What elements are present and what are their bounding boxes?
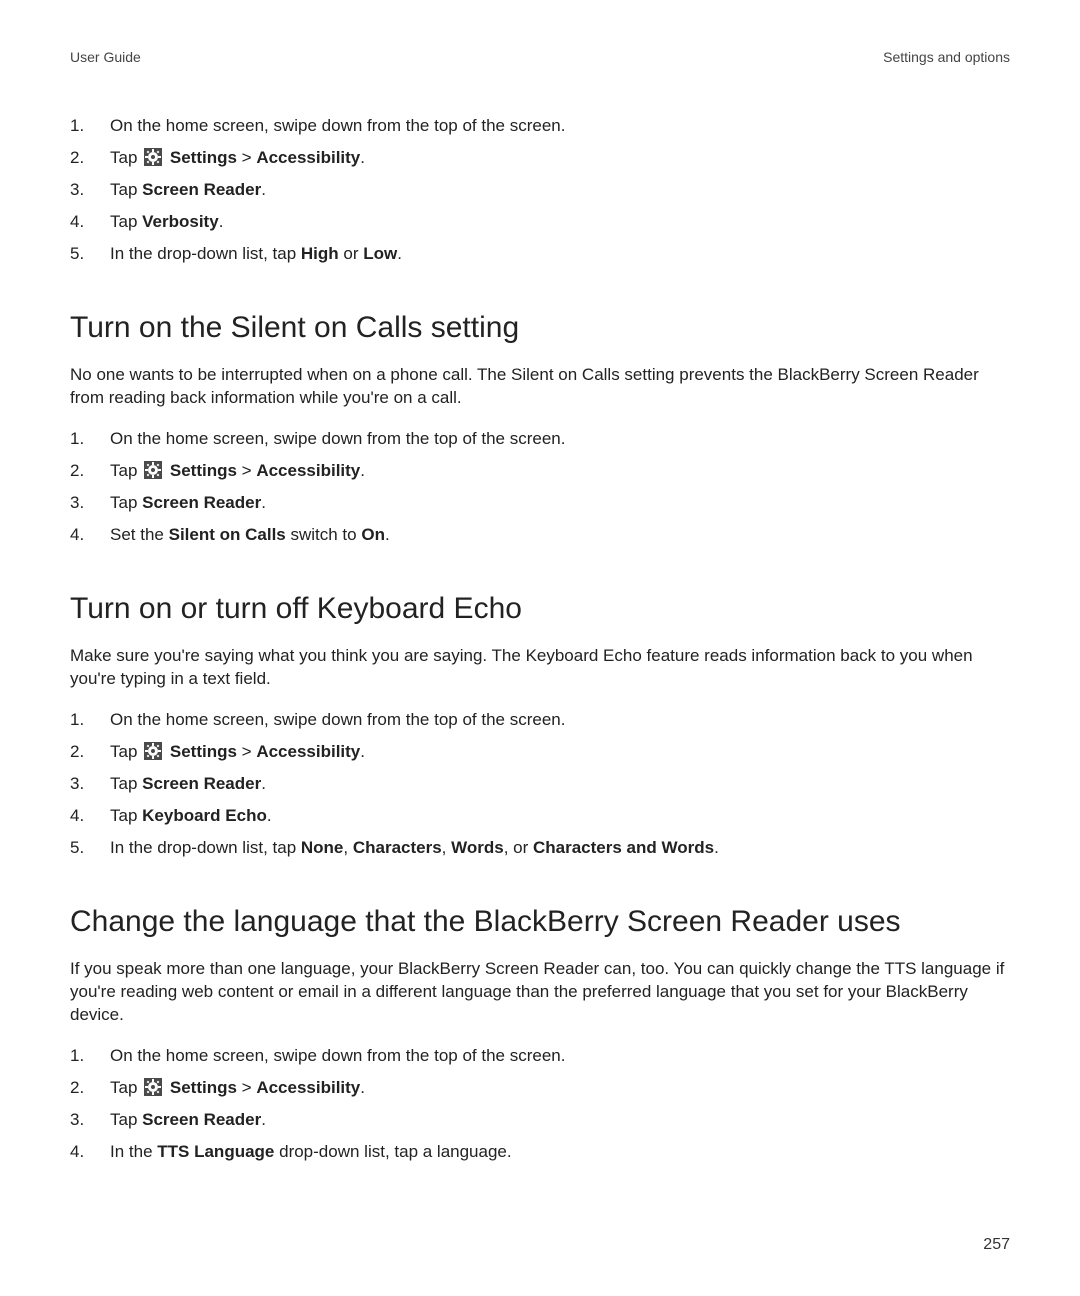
gear-icon bbox=[144, 148, 162, 166]
steps-keyboard-echo: On the home screen, swipe down from the … bbox=[70, 709, 1010, 860]
para-keyboard-echo: Make sure you're saying what you think y… bbox=[70, 645, 1010, 691]
para-silent-on-calls: No one wants to be interrupted when on a… bbox=[70, 364, 1010, 410]
step-text: On the home screen, swipe down from the … bbox=[110, 710, 565, 729]
step-item: Tap Screen Reader. bbox=[70, 1109, 1010, 1132]
steps-verbosity: On the home screen, swipe down from the … bbox=[70, 115, 1010, 266]
heading-tts-language: Change the language that the BlackBerry … bbox=[70, 902, 1010, 943]
page: User Guide Settings and options On the h… bbox=[0, 0, 1080, 1296]
step-item: Tap Verbosity. bbox=[70, 211, 1010, 234]
step-item: Tap Settings > Accessibility. bbox=[70, 741, 1010, 764]
step-item: In the TTS Language drop-down list, tap … bbox=[70, 1141, 1010, 1164]
step-item: On the home screen, swipe down from the … bbox=[70, 709, 1010, 732]
step-text: In the TTS Language drop-down list, tap … bbox=[110, 1142, 512, 1161]
step-text: On the home screen, swipe down from the … bbox=[110, 429, 565, 448]
step-item: Tap Screen Reader. bbox=[70, 492, 1010, 515]
step-item: On the home screen, swipe down from the … bbox=[70, 428, 1010, 451]
step-item: In the drop-down list, tap None, Charact… bbox=[70, 837, 1010, 860]
step-text: Tap Screen Reader. bbox=[110, 493, 266, 512]
step-text: Tap Settings > Accessibility. bbox=[110, 148, 365, 167]
steps-tts-language: On the home screen, swipe down from the … bbox=[70, 1045, 1010, 1164]
step-item: Tap Screen Reader. bbox=[70, 773, 1010, 796]
heading-silent-on-calls: Turn on the Silent on Calls setting bbox=[70, 308, 1010, 349]
step-item: Tap Settings > Accessibility. bbox=[70, 460, 1010, 483]
step-text: On the home screen, swipe down from the … bbox=[110, 1046, 565, 1065]
steps-silent-on-calls: On the home screen, swipe down from the … bbox=[70, 428, 1010, 547]
gear-icon bbox=[144, 461, 162, 479]
page-number: 257 bbox=[983, 1234, 1010, 1256]
step-item: Tap Settings > Accessibility. bbox=[70, 1077, 1010, 1100]
step-text: Tap Settings > Accessibility. bbox=[110, 742, 365, 761]
step-text: Tap Screen Reader. bbox=[110, 180, 266, 199]
step-text: Tap Settings > Accessibility. bbox=[110, 1078, 365, 1097]
step-item: On the home screen, swipe down from the … bbox=[70, 1045, 1010, 1068]
heading-keyboard-echo: Turn on or turn off Keyboard Echo bbox=[70, 589, 1010, 630]
step-text: Tap Screen Reader. bbox=[110, 1110, 266, 1129]
step-item: Tap Keyboard Echo. bbox=[70, 805, 1010, 828]
step-text: Tap Screen Reader. bbox=[110, 774, 266, 793]
step-text: In the drop-down list, tap High or Low. bbox=[110, 244, 402, 263]
step-item: On the home screen, swipe down from the … bbox=[70, 115, 1010, 138]
para-tts-language: If you speak more than one language, you… bbox=[70, 958, 1010, 1027]
step-text: Tap Verbosity. bbox=[110, 212, 223, 231]
header-right: Settings and options bbox=[883, 48, 1010, 67]
step-item: In the drop-down list, tap High or Low. bbox=[70, 243, 1010, 266]
step-text: Set the Silent on Calls switch to On. bbox=[110, 525, 390, 544]
step-item: Set the Silent on Calls switch to On. bbox=[70, 524, 1010, 547]
step-text: In the drop-down list, tap None, Charact… bbox=[110, 838, 719, 857]
step-text: On the home screen, swipe down from the … bbox=[110, 116, 565, 135]
step-text: Tap Keyboard Echo. bbox=[110, 806, 272, 825]
page-header: User Guide Settings and options bbox=[70, 48, 1010, 67]
step-text: Tap Settings > Accessibility. bbox=[110, 461, 365, 480]
header-left: User Guide bbox=[70, 48, 141, 67]
gear-icon bbox=[144, 1078, 162, 1096]
step-item: Tap Screen Reader. bbox=[70, 179, 1010, 202]
gear-icon bbox=[144, 742, 162, 760]
step-item: Tap Settings > Accessibility. bbox=[70, 147, 1010, 170]
